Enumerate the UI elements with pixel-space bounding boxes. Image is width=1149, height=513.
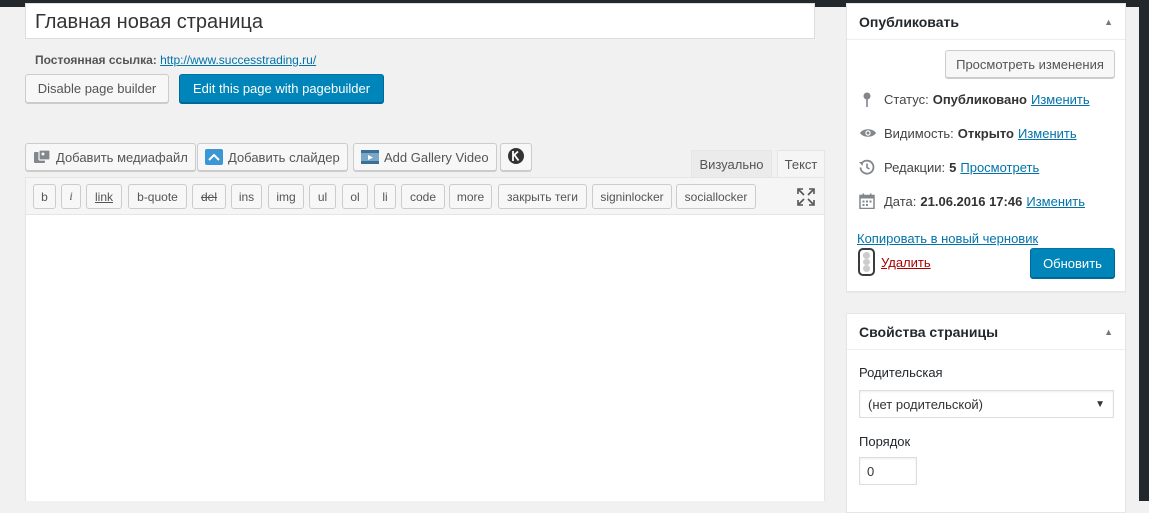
window-edge <box>1139 7 1149 501</box>
collapse-arrow-icon[interactable]: ▲ <box>1104 327 1113 337</box>
page-attributes-box: Свойства страницы ▲ Родительская (нет ро… <box>846 313 1126 513</box>
order-label: Порядок <box>859 434 911 449</box>
k-logo-icon <box>507 147 525 168</box>
qt-del-button[interactable]: del <box>192 184 226 209</box>
date-label: Дата: <box>884 193 917 209</box>
page-attributes-title: Свойства страницы <box>859 323 999 340</box>
qt-signinlocker-button[interactable]: signinlocker <box>592 184 672 209</box>
date-row: Дата: 21.06.2016 17:46 Изменить <box>859 193 1085 210</box>
tab-text[interactable]: Текст <box>777 150 825 178</box>
visibility-edit-link[interactable]: Изменить <box>1018 126 1077 141</box>
qt-sociallocker-button[interactable]: sociallocker <box>676 184 756 209</box>
qt-more-button[interactable]: more <box>449 184 492 209</box>
qt-code-button[interactable]: code <box>401 184 445 209</box>
revisions-label: Редакции: <box>884 159 946 175</box>
permalink: Постоянная ссылка: http://www.successtra… <box>35 53 316 67</box>
qt-close-tags-button[interactable]: закрыть теги <box>498 184 587 209</box>
permalink-url[interactable]: http://www.successtrading.ru/ <box>160 53 316 67</box>
parent-select-value: (нет родительской) <box>868 396 984 412</box>
drag-handle-icon[interactable] <box>858 248 875 276</box>
parent-label: Родительская <box>859 365 943 380</box>
add-slider-label: Добавить слайдер <box>228 149 340 165</box>
permalink-label: Постоянная ссылка: <box>35 53 157 67</box>
publish-box: Опубликовать ▲ Просмотреть изменения Ста… <box>846 3 1126 292</box>
chevron-down-icon: ▼ <box>1095 398 1105 410</box>
add-media-button[interactable]: Добавить медиафайл <box>25 143 196 171</box>
quicktags-toolbar: b i link b-quote del ins img ul ol li co… <box>26 178 824 215</box>
add-slider-button[interactable]: Добавить слайдер <box>197 143 348 171</box>
calendar-icon <box>859 193 875 210</box>
plugin-k-button[interactable] <box>500 143 532 171</box>
date-value: 21.06.2016 17:46 <box>920 193 1023 209</box>
status-value: Опубликовано <box>932 91 1027 107</box>
disable-page-builder-button[interactable]: Disable page builder <box>25 74 169 103</box>
video-icon <box>361 149 379 165</box>
add-gallery-video-button[interactable]: Add Gallery Video <box>353 143 497 171</box>
qt-ul-button[interactable]: ul <box>309 184 336 209</box>
update-button[interactable]: Обновить <box>1030 248 1115 278</box>
tab-visual[interactable]: Визуально <box>691 150 772 178</box>
history-icon <box>859 159 875 175</box>
collapse-arrow-icon[interactable]: ▲ <box>1104 17 1113 27</box>
status-edit-link[interactable]: Изменить <box>1031 92 1090 107</box>
publish-box-header[interactable]: Опубликовать ▲ <box>847 4 1125 40</box>
slider-icon <box>205 149 223 165</box>
visibility-value: Открыто <box>957 125 1014 141</box>
text-editor[interactable]: b i link b-quote del ins img ul ol li co… <box>25 177 825 501</box>
qt-italic-button[interactable]: i <box>61 184 81 209</box>
visibility-row: Видимость: Открыто Изменить <box>859 125 1077 141</box>
revisions-row: Редакции: 5 Просмотреть <box>859 159 1039 175</box>
add-gallery-video-label: Add Gallery Video <box>384 149 489 165</box>
revisions-browse-link[interactable]: Просмотреть <box>960 160 1039 175</box>
pin-icon <box>859 91 875 107</box>
publish-box-title: Опубликовать <box>859 13 959 30</box>
delete-link[interactable]: Удалить <box>881 255 931 270</box>
qt-img-button[interactable]: img <box>268 184 304 209</box>
revisions-value: 5 <box>949 159 957 175</box>
preview-changes-button[interactable]: Просмотреть изменения <box>945 50 1115 78</box>
date-edit-link[interactable]: Изменить <box>1026 194 1085 209</box>
qt-link-button[interactable]: link <box>86 184 122 209</box>
edit-with-pagebuilder-button[interactable]: Edit this page with pagebuilder <box>179 74 384 103</box>
parent-select[interactable]: (нет родительской) ▼ <box>859 390 1114 418</box>
visibility-label: Видимость: <box>884 125 954 141</box>
status-label: Статус: <box>884 91 929 107</box>
status-row: Статус: Опубликовано Изменить <box>859 91 1090 107</box>
qt-li-button[interactable]: li <box>374 184 396 209</box>
page-attributes-header[interactable]: Свойства страницы ▲ <box>847 314 1125 350</box>
copy-to-draft-link[interactable]: Копировать в новый черновик <box>857 231 1038 246</box>
add-media-label: Добавить медиафайл <box>56 149 188 165</box>
media-icon <box>33 149 51 165</box>
qt-bold-button[interactable]: b <box>33 184 56 209</box>
qt-ol-button[interactable]: ol <box>342 184 368 209</box>
qt-blockquote-button[interactable]: b-quote <box>128 184 187 209</box>
fullscreen-icon[interactable] <box>797 188 815 206</box>
eye-icon <box>859 125 876 141</box>
order-input[interactable]: 0 <box>859 457 917 485</box>
title-input[interactable]: Главная новая страница <box>25 3 815 39</box>
qt-ins-button[interactable]: ins <box>231 184 262 209</box>
